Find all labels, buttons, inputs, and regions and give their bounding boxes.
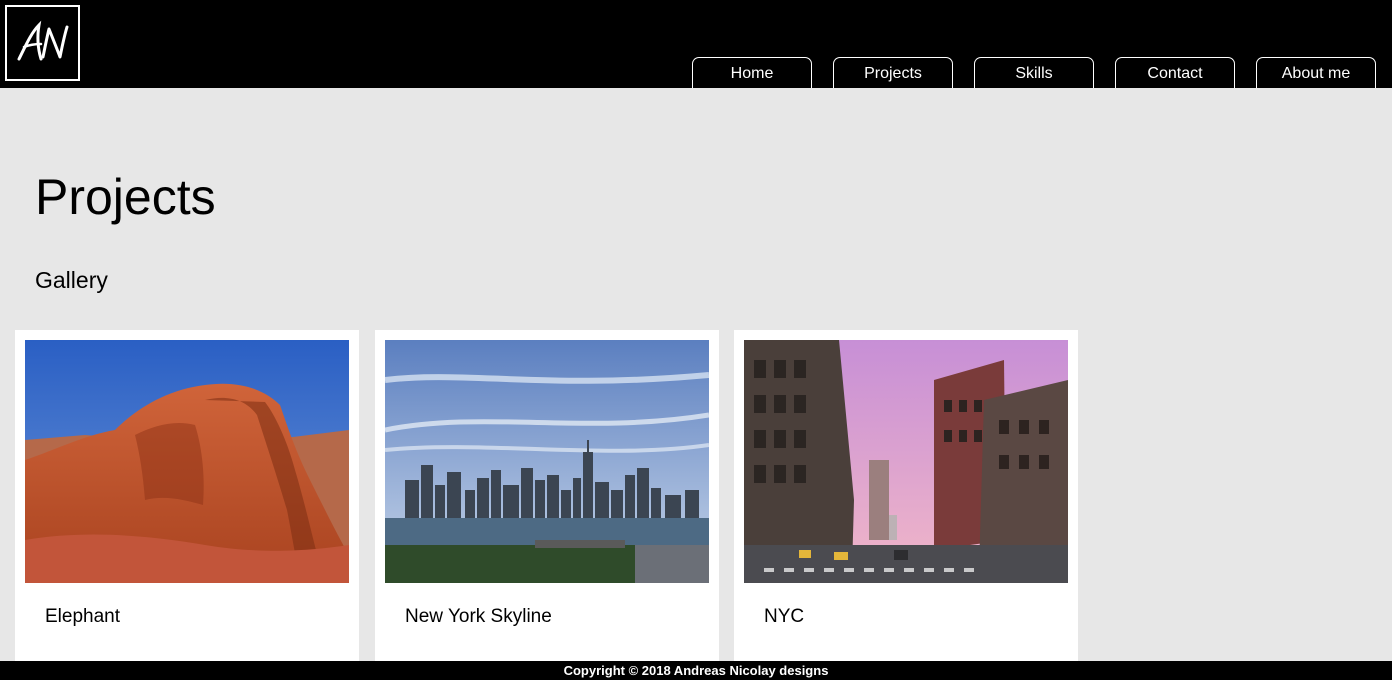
page: Home Projects Skills Contact About me Pr… bbox=[0, 0, 1392, 680]
gallery-caption-new-york-skyline: New York Skyline bbox=[405, 606, 552, 627]
gallery-image-new-york-skyline[interactable] bbox=[385, 340, 709, 583]
nav-tab-home[interactable]: Home bbox=[692, 57, 812, 88]
gallery-heading: Gallery bbox=[35, 267, 108, 293]
gallery-card-new-york-skyline[interactable]: New York Skyline bbox=[375, 330, 719, 670]
site-logo[interactable] bbox=[5, 5, 80, 81]
gallery-image-elephant[interactable] bbox=[25, 340, 349, 583]
nav-tab-skills[interactable]: Skills bbox=[974, 57, 1094, 88]
gallery-caption-nyc: NYC bbox=[764, 606, 805, 627]
site-header: Home Projects Skills Contact About me bbox=[0, 0, 1392, 88]
city-skyline-photo-icon bbox=[385, 340, 709, 583]
page-title: Projects bbox=[35, 169, 216, 225]
site-footer: Copyright © 2018 Andreas Nicolay designs bbox=[0, 661, 1392, 680]
nav-tab-about-me[interactable]: About me bbox=[1256, 57, 1376, 88]
red-rock-arch-photo-icon bbox=[25, 340, 349, 583]
nav-tab-projects[interactable]: Projects bbox=[833, 57, 953, 88]
logo-monogram-icon bbox=[17, 20, 69, 61]
gallery-image-nyc[interactable] bbox=[744, 340, 1068, 583]
city-street-sunset-photo-icon bbox=[744, 340, 1068, 583]
gallery-caption-elephant: Elephant bbox=[45, 606, 121, 627]
gallery-card-nyc[interactable]: NYC bbox=[734, 330, 1078, 670]
nav-tab-contact[interactable]: Contact bbox=[1115, 57, 1235, 88]
gallery-card-elephant[interactable]: Elephant bbox=[15, 330, 359, 670]
